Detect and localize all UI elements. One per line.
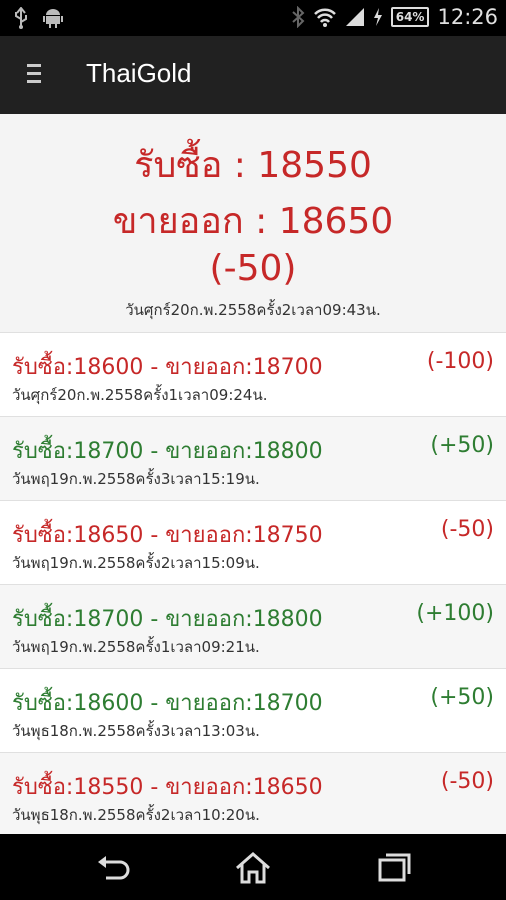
app-bar: ThaiGold xyxy=(0,36,506,114)
android-icon xyxy=(43,9,63,28)
price-change: (-50) xyxy=(440,517,494,542)
latest-sell-price: ขายออก : 18650 xyxy=(112,201,394,242)
usb-icon xyxy=(15,7,27,29)
menu-icon[interactable] xyxy=(24,64,46,86)
bluetooth-icon xyxy=(292,6,305,28)
price-change: (+100) xyxy=(416,601,494,626)
price-timestamp: วันพฤ19ก.พ.2558ครั้ง1เวลา09:21น. xyxy=(12,638,260,656)
navigation-bar xyxy=(0,834,506,900)
battery-icon: 64% xyxy=(390,7,430,27)
list-item[interactable]: รับซื้อ:18600 - ขายออก:18700 (-100) วันศ… xyxy=(0,332,506,416)
list-item[interactable]: รับซื้อ:18700 - ขายออก:18800 (+50) วันพฤ… xyxy=(0,416,506,500)
signal-icon xyxy=(345,8,364,26)
price-timestamp: วันพุธ18ก.พ.2558ครั้ง2เวลา10:20น. xyxy=(12,806,260,824)
latest-buy-price: รับซื้อ : 18550 xyxy=(134,145,372,186)
price-timestamp: วันพฤ19ก.พ.2558ครั้ง3เวลา15:19น. xyxy=(12,470,260,488)
wifi-icon xyxy=(313,8,336,27)
price-text: รับซื้อ:18650 - ขายออก:18750 xyxy=(12,523,323,548)
price-history-list: รับซื้อ:18600 - ขายออก:18700 (-100) วันศ… xyxy=(0,332,506,836)
latest-timestamp: วันศุกร์20ก.พ.2558ครั้ง2เวลา09:43น. xyxy=(125,301,381,319)
list-item[interactable]: รับซื้อ:18700 - ขายออก:18800 (+100) วันพ… xyxy=(0,584,506,668)
price-text: รับซื้อ:18700 - ขายออก:18800 xyxy=(12,439,323,464)
price-change: (-100) xyxy=(426,349,494,374)
recents-icon[interactable] xyxy=(374,848,414,888)
back-icon[interactable] xyxy=(94,848,134,888)
price-change: (-50) xyxy=(440,769,494,794)
latest-price-panel: รับซื้อ : 18550 ขายออก : 18650 (-50) วัน… xyxy=(0,114,506,332)
price-change: (+50) xyxy=(430,685,494,710)
price-timestamp: วันพฤ19ก.พ.2558ครั้ง2เวลา15:09น. xyxy=(12,554,260,572)
price-timestamp: วันพุธ18ก.พ.2558ครั้ง3เวลา13:03น. xyxy=(12,722,260,740)
charging-icon xyxy=(373,8,382,26)
price-text: รับซื้อ:18700 - ขายออก:18800 xyxy=(12,607,323,632)
app-title: ThaiGold xyxy=(86,58,192,88)
latest-change: (-50) xyxy=(209,248,297,289)
list-item[interactable]: รับซื้อ:18600 - ขายออก:18700 (+50) วันพุ… xyxy=(0,668,506,752)
price-text: รับซื้อ:18600 - ขายออก:18700 xyxy=(12,355,323,380)
list-item[interactable]: รับซื้อ:18650 - ขายออก:18750 (-50) วันพฤ… xyxy=(0,500,506,584)
price-timestamp: วันศุกร์20ก.พ.2558ครั้ง1เวลา09:24น. xyxy=(12,386,268,404)
price-change: (+50) xyxy=(430,433,494,458)
home-icon[interactable] xyxy=(233,848,273,888)
clock: 12:26 xyxy=(437,5,498,29)
price-text: รับซื้อ:18550 - ขายออก:18650 xyxy=(12,775,323,800)
list-item[interactable]: รับซื้อ:18550 - ขายออก:18650 (-50) วันพุ… xyxy=(0,752,506,836)
price-text: รับซื้อ:18600 - ขายออก:18700 xyxy=(12,691,323,716)
status-bar: 64% 12:26 xyxy=(0,0,506,36)
